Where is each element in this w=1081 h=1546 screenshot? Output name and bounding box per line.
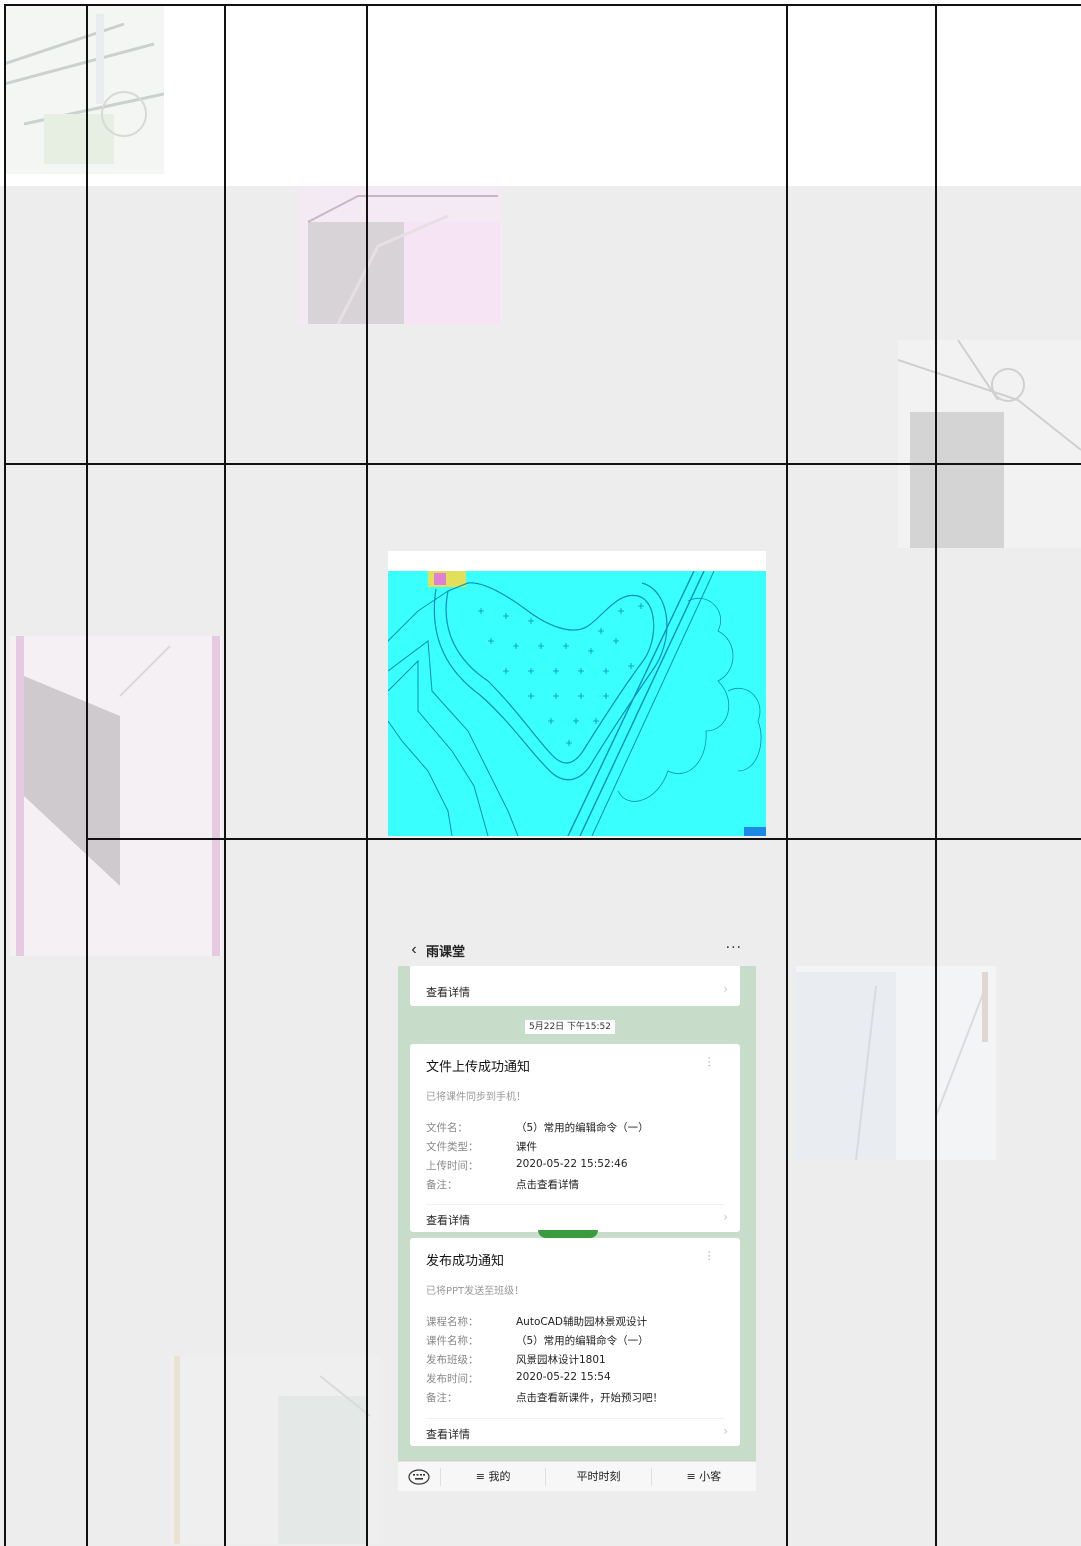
field-key: 备注： <box>426 1392 458 1404</box>
cad-drawing-screenshot <box>388 551 766 836</box>
grid-line-vertical <box>935 4 937 1546</box>
ghost-photo-fragment <box>4 4 164 174</box>
ghost-photo-fragment <box>796 966 996 1160</box>
field-value: 点击查看详情 <box>516 1179 579 1191</box>
field-value: 风景园林设计1801 <box>516 1354 606 1366</box>
grid-line-vertical <box>86 4 88 1546</box>
chat-bottom-bar: ≡ 我的 平时时刻 ≡ 小客 <box>398 1461 756 1491</box>
field-value: 2020-05-22 15:52:46 <box>516 1158 628 1170</box>
grid-line-horizontal <box>86 838 1081 840</box>
chevron-left-icon[interactable]: ‹ <box>402 934 426 966</box>
field-value: 点击查看新课件，开始预习吧！ <box>516 1392 663 1404</box>
grid-line-horizontal <box>4 4 1081 6</box>
date-pill: 5月22日 下午15:52 <box>525 1020 615 1034</box>
view-detail-link[interactable]: 查看详情 <box>426 1426 470 1442</box>
field-key: 课程名称： <box>426 1316 479 1328</box>
grid-line-vertical <box>4 4 6 1546</box>
grid-line-horizontal <box>4 463 1081 465</box>
grid-line-vertical <box>786 4 788 1546</box>
card-divider <box>426 1418 724 1419</box>
field-value: 2020-05-22 15:54 <box>516 1371 611 1383</box>
bottom-menu-mine[interactable]: ≡ 我的 <box>440 1467 545 1486</box>
more-horizontal-icon[interactable]: ··· <box>726 940 742 956</box>
field-key: 备注： <box>426 1179 458 1191</box>
field-key: 发布班级： <box>426 1354 479 1366</box>
field-key: 文件名： <box>426 1122 468 1134</box>
chevron-right-icon: › <box>723 1424 728 1438</box>
card-subtitle: 已将课件同步到手机！ <box>426 1092 526 1103</box>
cad-canvas <box>388 571 766 836</box>
cad-plan-drawing <box>388 571 766 836</box>
chevron-right-icon: › <box>723 1210 728 1224</box>
card-title: 发布成功通知 <box>426 1254 505 1269</box>
more-vertical-icon[interactable]: ··· <box>702 1250 716 1261</box>
grid-line-vertical <box>224 4 226 1546</box>
chat-header: ‹ 雨课堂 ··· <box>398 934 756 966</box>
cad-title-bar <box>388 551 766 571</box>
keyboard-icon[interactable] <box>398 1462 440 1492</box>
field-key: 发布时间： <box>426 1373 479 1385</box>
cad-corner-mark <box>744 827 766 836</box>
green-decoration <box>538 1230 598 1238</box>
ghost-photo-fragment <box>298 186 502 324</box>
field-value: AutoCAD辅助园林景观设计 <box>516 1316 647 1328</box>
field-key: 课件名称： <box>426 1335 479 1347</box>
field-key: 上传时间： <box>426 1160 479 1172</box>
phone-chat-screenshot: ‹ 雨课堂 ··· 查看详情 › 5月22日 下午15:52 文件上传成功通知 … <box>398 934 756 1491</box>
chevron-right-icon: › <box>723 982 728 996</box>
ghost-photo-fragment <box>898 340 1081 548</box>
card-divider <box>426 1204 724 1205</box>
view-detail-link[interactable]: 查看详情 <box>426 1212 470 1228</box>
previous-card[interactable]: 查看详情 › <box>410 966 740 1006</box>
field-value: （5）常用的编辑命令（一） <box>516 1335 649 1347</box>
ghost-photo-fragment <box>10 636 222 956</box>
view-detail-link[interactable]: 查看详情 <box>426 984 470 1000</box>
field-key: 文件类型： <box>426 1141 479 1153</box>
field-value: 课件 <box>516 1141 537 1153</box>
more-vertical-icon[interactable]: ··· <box>702 1056 716 1067</box>
chat-title: 雨课堂 <box>426 944 466 960</box>
bottom-menu-moments[interactable]: 平时时刻 <box>545 1467 650 1486</box>
publish-success-card[interactable]: 发布成功通知 ··· 已将PPT发送至班级！ 课程名称： AutoCAD辅助园林… <box>410 1238 740 1446</box>
card-subtitle: 已将PPT发送至班级！ <box>426 1286 525 1297</box>
grid-line-vertical <box>366 4 368 1546</box>
card-title: 文件上传成功通知 <box>426 1060 531 1075</box>
bottom-menu-more[interactable]: ≡ 小客 <box>650 1467 756 1486</box>
ghost-photo-fragment <box>170 1356 380 1544</box>
field-value: （5）常用的编辑命令（一） <box>516 1122 649 1134</box>
upload-success-card[interactable]: 文件上传成功通知 ··· 已将课件同步到手机！ 文件名： （5）常用的编辑命令（… <box>410 1044 740 1232</box>
